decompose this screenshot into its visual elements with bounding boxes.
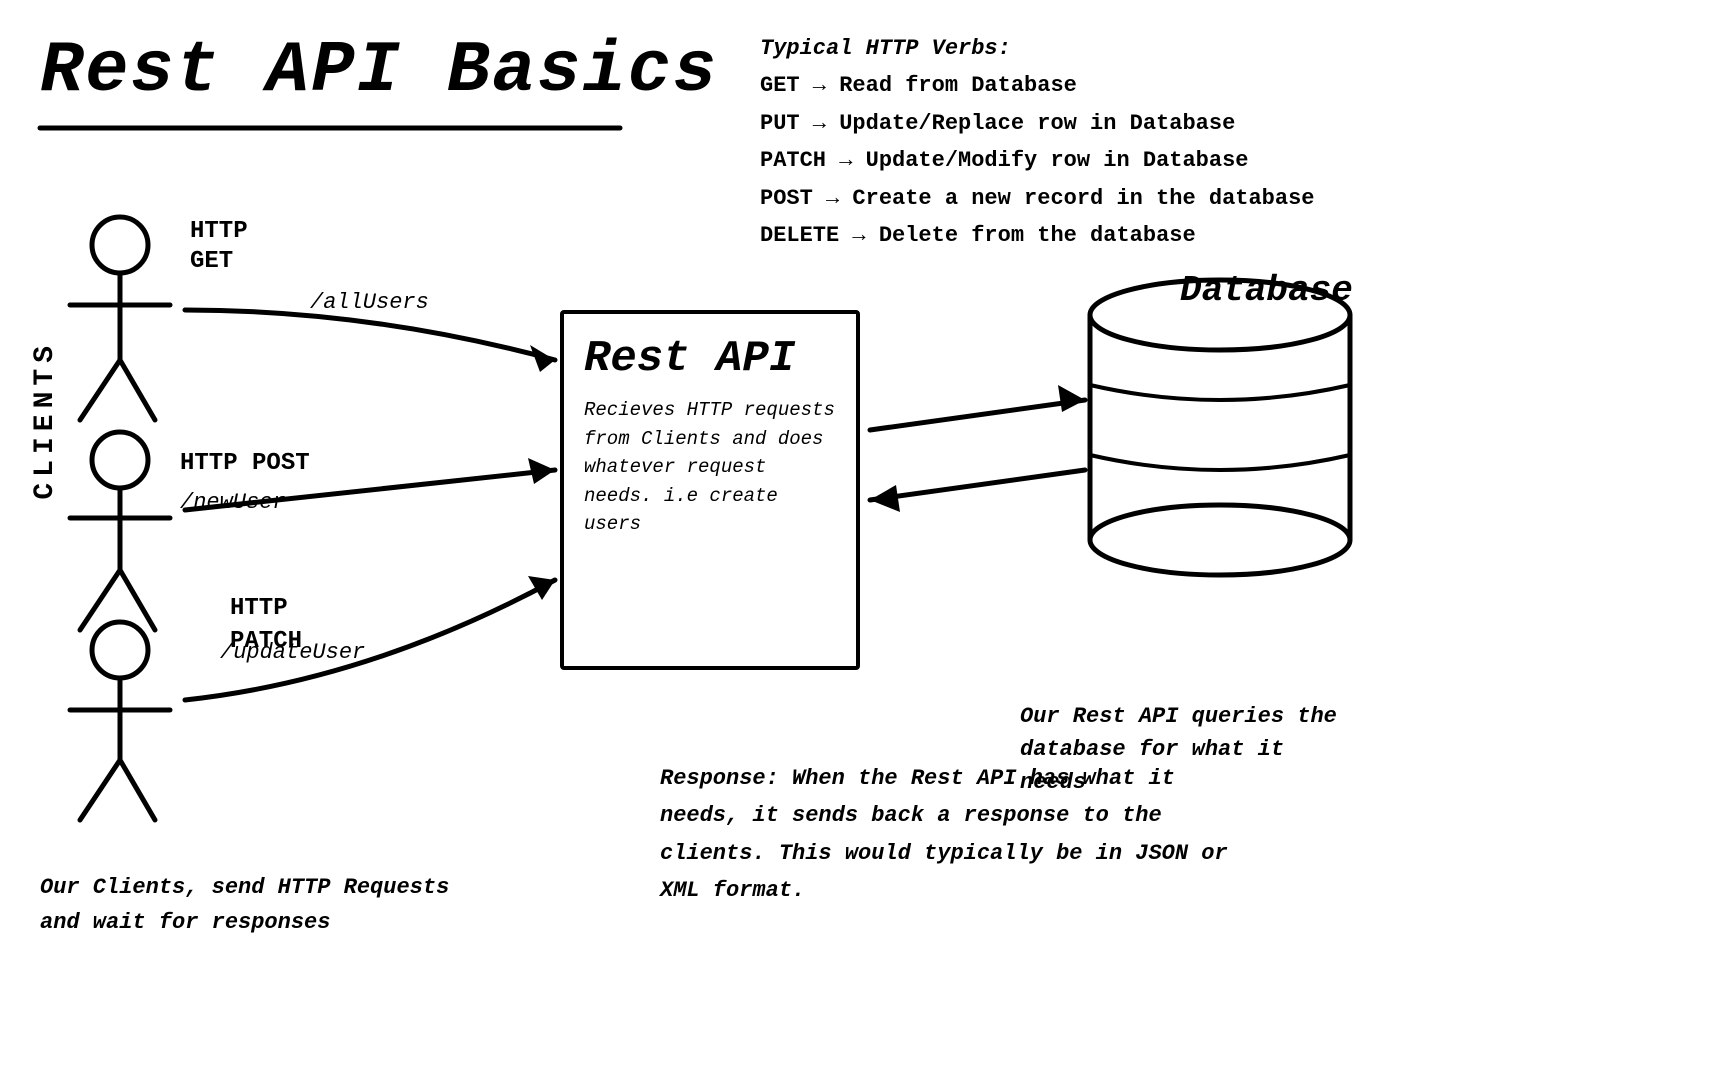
rest-api-box: Rest API Recieves HTTP requests from Cli… (560, 310, 860, 670)
verb-patch: PATCH → Update/Modify row in Database (760, 142, 1315, 179)
verb-delete: DELETE → Delete from the database (760, 217, 1315, 254)
http-patch-method: HTTP (230, 595, 288, 622)
response-text: Response: When the Rest API has what it … (660, 760, 1260, 910)
http-patch-path: /updateUser (220, 640, 365, 665)
database-label: Database (1180, 270, 1353, 311)
rest-api-title: Rest API (584, 334, 836, 384)
http-get-verb: GET (190, 248, 233, 275)
verb-post: POST → Create a new record in the databa… (760, 180, 1315, 217)
http-post-label: HTTP POST (180, 450, 310, 477)
clients-caption-line2: and wait for responses (40, 905, 449, 940)
page-title: Rest API Basics (40, 30, 718, 112)
rest-api-desc: Recieves HTTP requests from Clients and … (584, 396, 836, 539)
clients-caption-line1: Our Clients, send HTTP Requests (40, 870, 449, 905)
clients-label: CLIENTS (30, 340, 61, 500)
verb-put: PUT → Update/Replace row in Database (760, 105, 1315, 142)
http-post-path: /newUser (180, 490, 286, 515)
verb-get: GET → Read from Database (760, 67, 1315, 104)
http-get-path: /allUsers (310, 290, 429, 315)
http-get-method: HTTP (190, 218, 248, 245)
verbs-heading: Typical HTTP Verbs: (760, 30, 1315, 67)
clients-caption: Our Clients, send HTTP Requests and wait… (40, 870, 449, 940)
verbs-section: Typical HTTP Verbs: GET → Read from Data… (760, 30, 1315, 254)
